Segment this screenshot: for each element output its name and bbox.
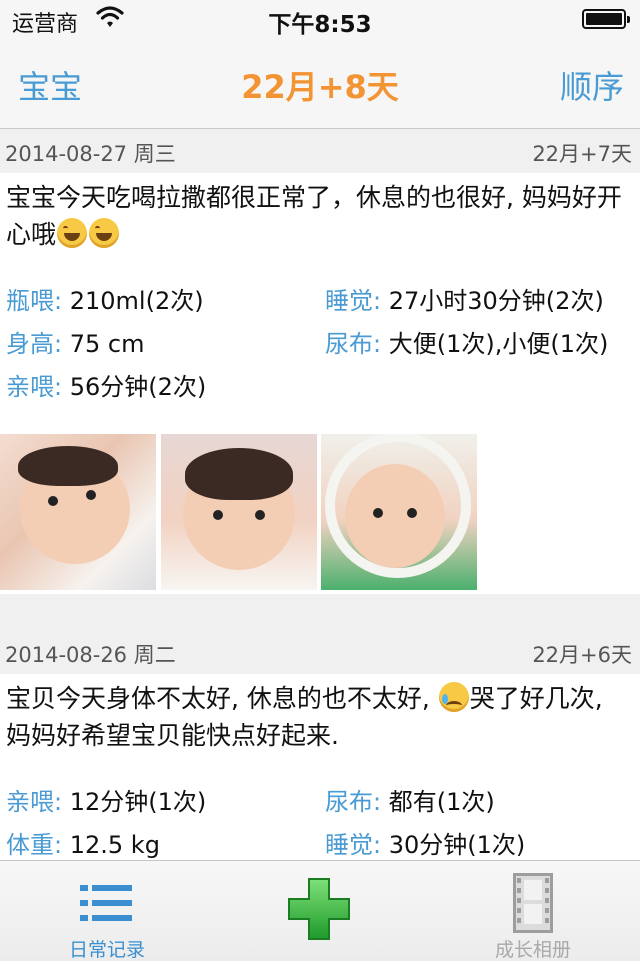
stat-sleep: 睡觉: 27小时30分钟(2次) (325, 281, 604, 316)
stat-sleep: 睡觉: 30分钟(1次) (325, 825, 525, 860)
stat-height: 身高: 75 cm (6, 324, 144, 359)
stat-key: 尿布: (325, 788, 382, 816)
stat-breast-feed: 亲喂: 56分钟(2次) (6, 367, 206, 402)
tab-label: 成长相册 (494, 939, 571, 961)
stat-value: 30分钟(1次) (388, 831, 526, 859)
diary-entry[interactable]: 2014-08-27 周三 22月+7天 宝宝今天吃喝拉撒都很正常了，休息的也很… (0, 129, 640, 594)
entry-stats: 瓶喂: 210ml(2次) 睡觉: 27小时30分钟(2次) 身高: 75 cm… (0, 281, 640, 410)
nav-bar: 宝宝 22月+8天 顺序 (0, 40, 640, 129)
stat-weight: 体重: 12.5 kg (6, 825, 160, 860)
entry-photos (0, 434, 640, 594)
stat-diaper: 尿布: 大便(1次),小便(1次) (325, 324, 608, 359)
entry-age: 22月+7天 (532, 142, 632, 166)
stat-value: 12分钟(1次) (69, 788, 207, 816)
stat-key: 瓶喂: (6, 287, 63, 315)
baby-photo[interactable] (321, 434, 477, 590)
baby-photo[interactable] (0, 434, 156, 590)
stat-value: 12.5 kg (69, 831, 160, 859)
grinning-face-icon (89, 218, 120, 248)
stat-row: 瓶喂: 210ml(2次) 睡觉: 27小时30分钟(2次) (0, 281, 640, 324)
entry-note: 宝宝今天吃喝拉撒都很正常了，休息的也很好, 妈妈好开心哦 (0, 173, 640, 265)
film-icon (513, 873, 553, 933)
stat-breast-feed: 亲喂: 12分钟(1次) (6, 782, 206, 817)
stat-row: 亲喂: 12分钟(1次) 尿布: 都有(1次) (0, 782, 640, 825)
status-bar: 运营商 下午8:53 (0, 0, 640, 40)
entry-note-text: 宝贝今天身体不太好, 休息的也不太好, (6, 684, 438, 713)
battery-icon (582, 9, 630, 29)
stat-value: 210ml(2次) (69, 287, 204, 315)
list-icon (80, 883, 134, 923)
stat-key: 身高: (6, 330, 63, 358)
entry-header: 2014-08-27 周三 22月+7天 (0, 129, 640, 173)
entry-date: 2014-08-26 周二 (5, 643, 176, 667)
entry-header: 2014-08-26 周二 22月+6天 (0, 630, 640, 674)
stat-key: 体重: (6, 831, 63, 859)
clock: 下午8:53 (268, 12, 372, 38)
tab-label: 日常记录 (68, 939, 145, 961)
entry-date: 2014-08-27 周三 (5, 142, 176, 166)
stat-row: 体重: 12.5 kg 睡觉: 30分钟(1次) (0, 825, 640, 860)
stat-key: 尿布: (325, 330, 382, 358)
crying-face-icon (438, 682, 469, 712)
stat-value: 27小时30分钟(2次) (388, 287, 604, 315)
stat-key: 亲喂: (6, 373, 63, 401)
baby-photo[interactable] (161, 434, 317, 590)
entry-note: 宝贝今天身体不太好, 休息的也不太好, 哭了好几次, 妈妈好希望宝贝能快点好起来… (0, 674, 640, 766)
entry-stats: 亲喂: 12分钟(1次) 尿布: 都有(1次) 体重: 12.5 kg 睡觉: … (0, 782, 640, 860)
entry-separator (0, 594, 640, 630)
stat-value: 都有(1次) (388, 788, 495, 816)
stat-diaper: 尿布: 都有(1次) (325, 782, 495, 817)
sort-order-button[interactable]: 顺序 (560, 62, 624, 108)
add-icon[interactable] (287, 877, 351, 941)
stat-key: 睡觉: (325, 287, 382, 315)
page-title: 22月+8天 (241, 68, 399, 106)
diary-entry[interactable]: 2014-08-26 周二 22月+6天 宝贝今天身体不太好, 休息的也不太好,… (0, 630, 640, 860)
stat-key: 亲喂: (6, 788, 63, 816)
grinning-face-icon (57, 218, 88, 248)
stat-value: 大便(1次),小便(1次) (388, 330, 609, 358)
stat-key: 睡觉: (325, 831, 382, 859)
stat-value: 56分钟(2次) (69, 373, 207, 401)
stat-bottle-feed: 瓶喂: 210ml(2次) (6, 281, 204, 316)
stat-value: 75 cm (69, 330, 145, 358)
entry-age: 22月+6天 (532, 643, 632, 667)
tab-daily-records[interactable]: 日常记录 (30, 861, 184, 961)
stat-row: 身高: 75 cm 尿布: 大便(1次),小便(1次) (0, 324, 640, 367)
tab-growth-album[interactable]: 成长相册 (456, 861, 610, 961)
diary-list[interactable]: 2014-08-27 周三 22月+7天 宝宝今天吃喝拉撒都很正常了，休息的也很… (0, 129, 640, 860)
stat-row: 亲喂: 56分钟(2次) (0, 367, 640, 410)
tab-bar: 日常记录 成长相册 (0, 860, 640, 961)
